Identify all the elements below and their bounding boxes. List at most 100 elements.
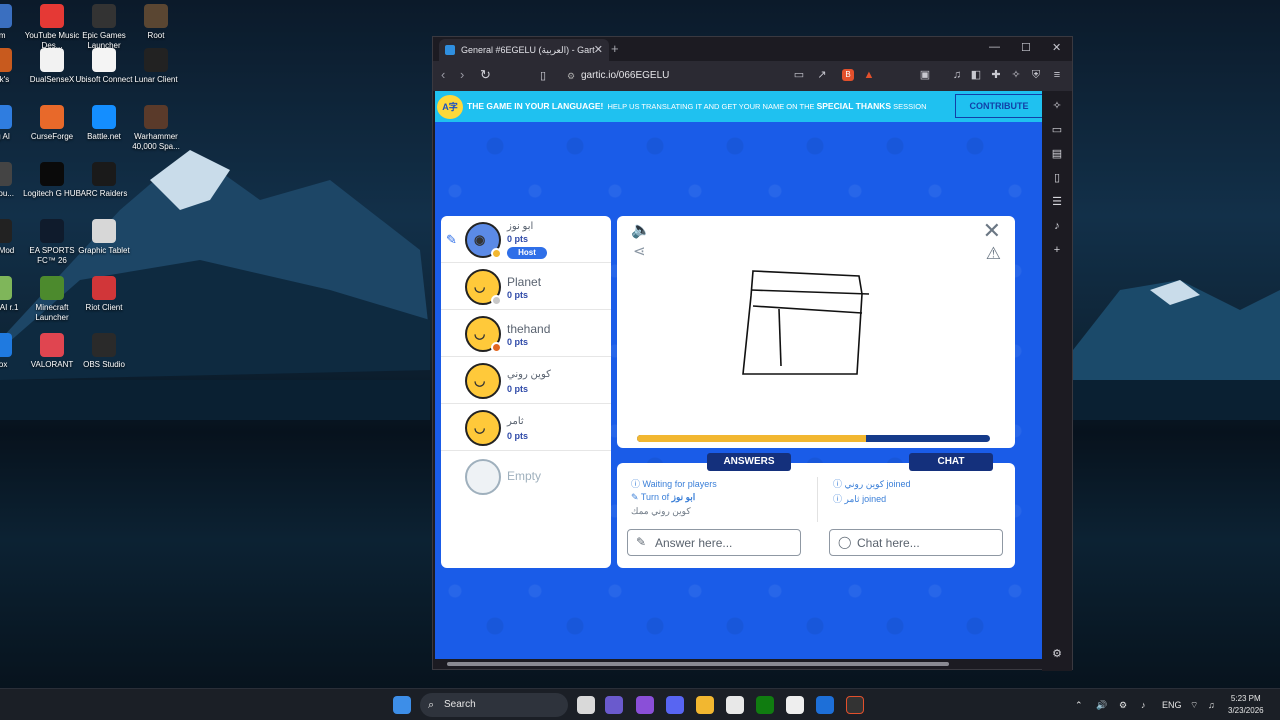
desktop-icon[interactable]: Epic Games Launcher [74, 4, 134, 51]
desktop-icon[interactable]: Riot Client [74, 276, 134, 313]
answer-field[interactable]: ✎ [627, 529, 801, 556]
screenshot-icon[interactable]: ▣ [919, 69, 931, 81]
scrollbar-thumb[interactable] [447, 662, 949, 666]
bookmarks-icon[interactable]: ▯ [1050, 171, 1064, 185]
cast-icon[interactable]: ▭ [793, 69, 805, 81]
desktop-icon[interactable]: Lunar Client [126, 48, 186, 85]
close-window-button[interactable]: ✕ [1052, 41, 1061, 54]
app-icon [144, 48, 168, 72]
close-icon[interactable]: ✕ [983, 218, 1001, 244]
network-icon[interactable]: ⚙ [1119, 689, 1127, 720]
playlist-icon[interactable]: ▭ [1050, 123, 1064, 137]
player-row[interactable]: ◡ ثامر 0 pts [441, 404, 611, 451]
desktop-icon-label: eek's [0, 75, 10, 84]
sidebar-settings-icon[interactable]: ⚙ [1050, 647, 1064, 661]
clock[interactable]: 5:23 PM 3/23/2026 [1228, 693, 1264, 717]
tab-answers[interactable]: ANSWERS [707, 453, 791, 471]
empty-avatar-icon [465, 459, 501, 495]
maximize-button[interactable]: ☐ [1021, 41, 1031, 54]
report-warning-icon[interactable]: ⚠ [986, 244, 1001, 264]
share-icon[interactable]: ↗ [816, 69, 828, 81]
wallet-icon[interactable]: ▤ [1050, 147, 1064, 161]
desktop-icon[interactable]: EA SPORTS FC™ 26 [22, 219, 82, 266]
leo-ai-icon[interactable]: ✧ [1050, 99, 1064, 113]
sidebar-toggle-icon[interactable]: ◧ [970, 69, 982, 81]
desktop-icon[interactable]: Graphic Tablet [74, 219, 134, 256]
settings-icon[interactable] [786, 696, 804, 714]
app-icon[interactable] [696, 696, 714, 714]
app-icon [92, 162, 116, 186]
chat-field[interactable]: ◯ [829, 529, 1003, 556]
browser-tab[interactable]: General #6EGELU (العربية) - Gart ✕ [439, 39, 609, 61]
close-tab-icon[interactable]: ✕ [594, 39, 603, 61]
brave-rewards-icon[interactable]: ▲ [863, 69, 875, 81]
menu-icon[interactable]: ≡ [1051, 69, 1063, 81]
music-icon[interactable]: ♫ [951, 69, 963, 81]
brave-shields-icon[interactable]: B [842, 69, 854, 81]
join-user: كوين روني [844, 479, 885, 489]
desktop-icon[interactable]: Battle.net [74, 105, 134, 142]
turn-player: ابو نوز [671, 492, 696, 502]
store-icon[interactable] [605, 696, 623, 714]
contribute-button[interactable]: CONTRIBUTE [955, 94, 1042, 118]
vpn-icon[interactable]: ⛨ [1030, 69, 1042, 81]
bookmark-icon[interactable]: ▯ [540, 69, 546, 82]
extensions-icon[interactable]: ✚ [990, 69, 1002, 81]
browser-icon[interactable] [846, 696, 864, 714]
site-info-icon[interactable]: ⚙ [567, 66, 575, 86]
sound-icon[interactable]: 🔈 [631, 220, 651, 240]
answer-input[interactable] [655, 534, 795, 552]
desktop-icon[interactable]: Logitech G HUB [22, 162, 82, 199]
new-tab-button[interactable]: + [611, 39, 619, 59]
discord-icon[interactable] [666, 696, 684, 714]
reading-list-icon[interactable]: ☰ [1050, 195, 1064, 209]
wifi-icon[interactable]: ⌔ [1190, 689, 1198, 720]
date: 3/23/2026 [1228, 706, 1264, 715]
player-row[interactable]: ◡ كوين روني 0 pts [441, 357, 611, 404]
players-list: ✎ ◉ ابو نوز 0 pts Host ◡ Planet 0 pts ◡ … [441, 216, 611, 568]
desktop-icon[interactable]: Warhammer 40,000 Spa... [126, 105, 186, 152]
address-bar[interactable]: ⚙ gartic.io/066EGELU [561, 66, 829, 86]
twitch-icon[interactable] [636, 696, 654, 714]
desktop-icon-label: VALORANT [30, 360, 74, 369]
tab-chat[interactable]: CHAT [909, 453, 993, 471]
desktop-icon[interactable]: Ubisoft Connect [74, 48, 134, 85]
ai-assistant-icon[interactable]: ✧ [1010, 69, 1022, 81]
desktop-icon[interactable]: VALORANT [22, 333, 82, 370]
horizontal-scrollbar[interactable] [435, 659, 1042, 669]
windows-start-icon[interactable] [393, 696, 411, 714]
desktop-icon[interactable]: YouTube Music Des... [22, 4, 82, 51]
player-row[interactable]: ◡ Planet 0 pts [441, 263, 611, 310]
player-row[interactable]: ◡ thehand 0 pts [441, 310, 611, 357]
xbox-icon[interactable] [756, 696, 774, 714]
desktop-icon[interactable]: CurseForge [22, 105, 82, 142]
forward-icon[interactable]: › [460, 67, 464, 82]
share-icon[interactable]: ⋖ [633, 242, 646, 260]
desktop-icon[interactable]: Root [126, 4, 186, 41]
volume-icon[interactable]: 🔊 [1096, 689, 1107, 720]
back-icon[interactable]: ‹ [441, 67, 445, 82]
speaker-icon[interactable]: ♫ [1208, 689, 1215, 720]
language-indicator[interactable]: ENG [1162, 689, 1182, 720]
taskbar-search[interactable]: ⌕ Search [420, 693, 568, 717]
add-panel-icon[interactable]: + [1050, 243, 1064, 257]
show-hidden-icons[interactable]: ⌃ [1075, 689, 1083, 720]
join-word: joined [862, 494, 887, 504]
music-sidebar-icon[interactable]: ♪ [1050, 219, 1064, 233]
time: 5:23 PM [1230, 694, 1261, 703]
task-view-icon[interactable] [577, 696, 595, 714]
desktop-icon[interactable]: ARC Raiders [74, 162, 134, 199]
desktop-icon[interactable]: Minecraft Launcher [22, 276, 82, 323]
app-icon[interactable] [816, 696, 834, 714]
minimize-button[interactable]: — [989, 41, 1000, 53]
translate-banner: A字 THE GAME IN YOUR LANGUAGE! HELP US TR… [435, 91, 1042, 122]
microphone-icon[interactable]: ♪ [1141, 689, 1146, 720]
app-icon[interactable] [726, 696, 744, 714]
app-icon [0, 333, 12, 357]
drawing-canvas[interactable]: 🔈 ⋖ ✕ ⚠ [617, 216, 1015, 448]
desktop-icon[interactable]: DualSenseX [22, 48, 82, 85]
chat-input[interactable] [857, 534, 997, 552]
player-row[interactable]: ✎ ◉ ابو نوز 0 pts Host [441, 216, 611, 263]
reload-icon[interactable]: ↻ [480, 67, 491, 83]
desktop-icon[interactable]: OBS Studio [74, 333, 134, 370]
